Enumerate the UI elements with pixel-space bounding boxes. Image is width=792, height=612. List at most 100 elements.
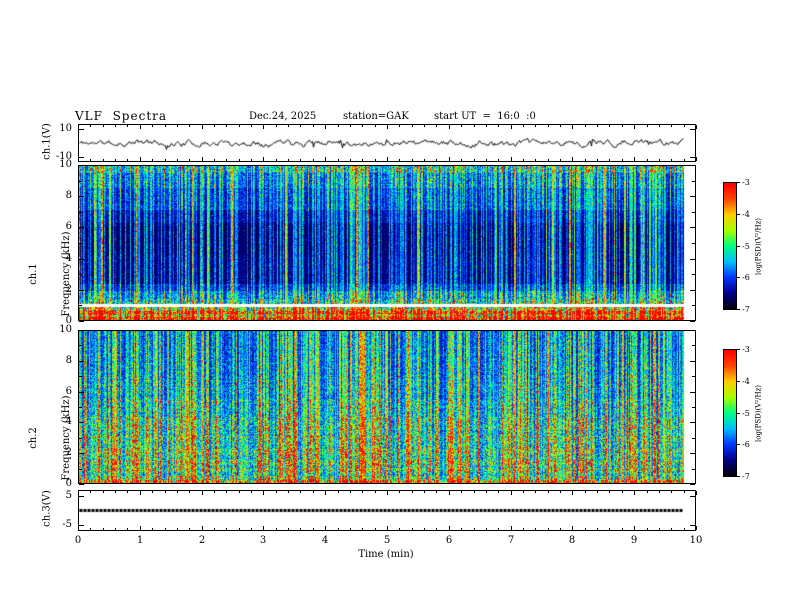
x-minor-tick xyxy=(671,125,672,127)
x-minor-tick xyxy=(412,159,413,161)
x-major-tick xyxy=(140,491,141,495)
x-minor-tick xyxy=(152,125,153,127)
x-major-tick xyxy=(387,157,388,161)
x-major-tick xyxy=(325,157,326,161)
y-tick-label: 8 xyxy=(65,355,72,366)
y-minor-tick xyxy=(692,181,695,182)
y-tick-label: 0 xyxy=(65,478,72,489)
x-minor-tick xyxy=(300,491,301,493)
x-minor-tick xyxy=(486,159,487,161)
x-minor-tick xyxy=(350,159,351,161)
header-station: station=GAK xyxy=(343,111,409,122)
colorbar-tick xyxy=(737,349,740,350)
figure-title: VLF Spectra xyxy=(75,109,168,123)
y-major-tick xyxy=(690,392,695,393)
y-tick-label: 6 xyxy=(65,221,72,232)
ch2-colorbar xyxy=(723,349,737,477)
x-minor-tick xyxy=(609,125,610,127)
x-minor-tick xyxy=(90,491,91,493)
x-major-tick xyxy=(511,125,512,129)
x-major-tick xyxy=(511,491,512,495)
x-major-tick xyxy=(325,125,326,129)
x-major-tick xyxy=(634,526,635,530)
x-minor-tick xyxy=(214,528,215,530)
x-minor-tick xyxy=(597,159,598,161)
x-major-tick xyxy=(325,526,326,530)
y-tick-label: 10 xyxy=(59,324,72,335)
colorbar-tick xyxy=(737,182,740,183)
x-major-tick xyxy=(202,526,203,530)
x-major-tick xyxy=(511,157,512,161)
colorbar-tick-label: -5 xyxy=(742,242,750,251)
x-minor-tick xyxy=(412,491,413,493)
x-minor-tick xyxy=(671,491,672,493)
x-minor-tick xyxy=(127,159,128,161)
x-minor-tick xyxy=(288,159,289,161)
colorbar-tick xyxy=(737,413,740,414)
x-minor-tick xyxy=(659,125,660,127)
x-minor-tick xyxy=(647,125,648,127)
x-minor-tick xyxy=(647,159,648,161)
x-major-tick xyxy=(140,526,141,530)
x-major-tick xyxy=(78,125,79,129)
x-minor-tick xyxy=(684,528,685,530)
x-major-tick xyxy=(202,157,203,161)
x-minor-tick xyxy=(350,491,351,493)
ch1-spectrogram-canvas xyxy=(79,166,695,320)
x-tick-label: 6 xyxy=(445,535,453,546)
x-major-tick xyxy=(696,157,697,161)
x-minor-tick xyxy=(239,491,240,493)
ch1-waveform-canvas xyxy=(79,125,695,161)
x-major-tick xyxy=(140,125,141,129)
x-major-tick xyxy=(387,125,388,129)
y-minor-tick xyxy=(79,469,82,470)
y-minor-tick xyxy=(79,305,82,306)
y-minor-tick xyxy=(79,243,82,244)
colorbar-tick-label: -7 xyxy=(742,472,750,481)
x-minor-tick xyxy=(399,125,400,127)
x-minor-tick xyxy=(313,159,314,161)
x-tick-label: 5 xyxy=(383,535,391,546)
x-minor-tick xyxy=(165,491,166,493)
x-minor-tick xyxy=(152,159,153,161)
x-minor-tick xyxy=(585,491,586,493)
ch3-waveform-panel xyxy=(78,490,696,531)
x-axis-label: Time (min) xyxy=(358,549,414,560)
x-minor-tick xyxy=(548,125,549,127)
x-minor-tick xyxy=(609,528,610,530)
colorbar-tick-label: -4 xyxy=(742,210,750,219)
y-tick-label: 10 xyxy=(59,159,72,170)
x-minor-tick xyxy=(436,491,437,493)
x-major-tick xyxy=(449,491,450,495)
y-minor-tick xyxy=(79,181,82,182)
y-major-tick xyxy=(690,496,695,497)
x-major-tick xyxy=(634,125,635,129)
y-tick-label: -5 xyxy=(62,519,72,530)
x-minor-tick xyxy=(177,125,178,127)
x-minor-tick xyxy=(103,159,104,161)
x-minor-tick xyxy=(585,159,586,161)
ch2-spectrogram-canvas xyxy=(79,331,695,483)
x-minor-tick xyxy=(436,159,437,161)
x-minor-tick xyxy=(474,528,475,530)
y-major-tick xyxy=(79,392,84,393)
x-minor-tick xyxy=(165,159,166,161)
x-minor-tick xyxy=(474,159,475,161)
x-minor-tick xyxy=(288,125,289,127)
x-minor-tick xyxy=(461,159,462,161)
y-minor-tick xyxy=(692,376,695,377)
colorbar-tick-label: -4 xyxy=(742,377,750,386)
x-minor-tick xyxy=(288,491,289,493)
x-minor-tick xyxy=(103,125,104,127)
x-minor-tick xyxy=(523,528,524,530)
x-major-tick xyxy=(511,526,512,530)
y-major-tick xyxy=(79,196,84,197)
x-tick-label: 4 xyxy=(321,535,329,546)
y-tick-label: 4 xyxy=(65,416,72,427)
y-tick-label: 4 xyxy=(65,253,72,264)
x-major-tick xyxy=(387,526,388,530)
x-minor-tick xyxy=(424,159,425,161)
colorbar-tick xyxy=(737,246,740,247)
x-major-tick xyxy=(572,125,573,129)
x-major-tick xyxy=(634,157,635,161)
